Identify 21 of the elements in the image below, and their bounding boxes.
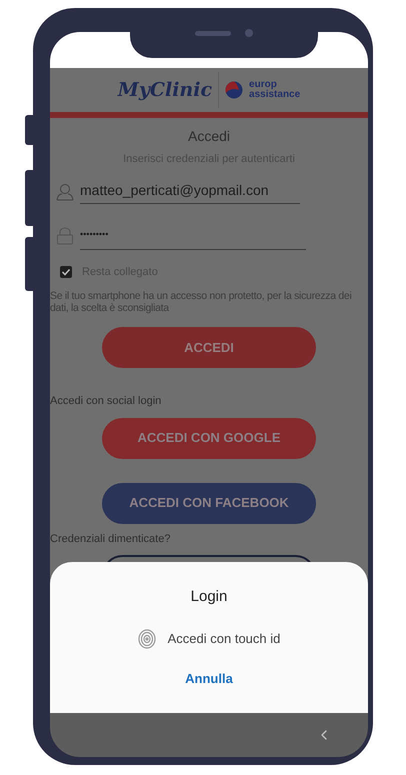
page-title: Accedi xyxy=(188,127,230,146)
remember-checkbox[interactable] xyxy=(60,266,72,278)
touch-id-option[interactable]: Accedi con touch id xyxy=(168,628,280,648)
social-login-label: Accedi con social login xyxy=(50,394,162,409)
login-button[interactable]: ACCEDI xyxy=(102,327,316,368)
dialog-title: Login xyxy=(190,587,228,607)
check-icon xyxy=(61,266,71,277)
email-field[interactable]: matteo_perticati@yopmail.con xyxy=(80,180,300,204)
fingerprint-icon xyxy=(138,628,156,648)
password-field[interactable]: ••••••••• xyxy=(80,222,306,250)
google-login-button[interactable]: ACCEDI CON GOOGLE xyxy=(102,418,316,458)
brand-logo: MyClinic xyxy=(118,78,212,103)
speaker-grille xyxy=(195,30,231,36)
lock-icon xyxy=(56,226,74,244)
facebook-login-button[interactable]: ACCEDI CON FACEBOOK xyxy=(102,482,316,524)
forgot-credentials-label: Credenziali dimenticate? xyxy=(50,532,172,546)
cancel-button[interactable]: Annulla xyxy=(185,668,233,688)
partner-name: assistance xyxy=(249,90,300,100)
user-icon xyxy=(56,182,74,200)
partner-name: europ xyxy=(249,80,277,90)
partner-logo-icon xyxy=(225,81,244,99)
